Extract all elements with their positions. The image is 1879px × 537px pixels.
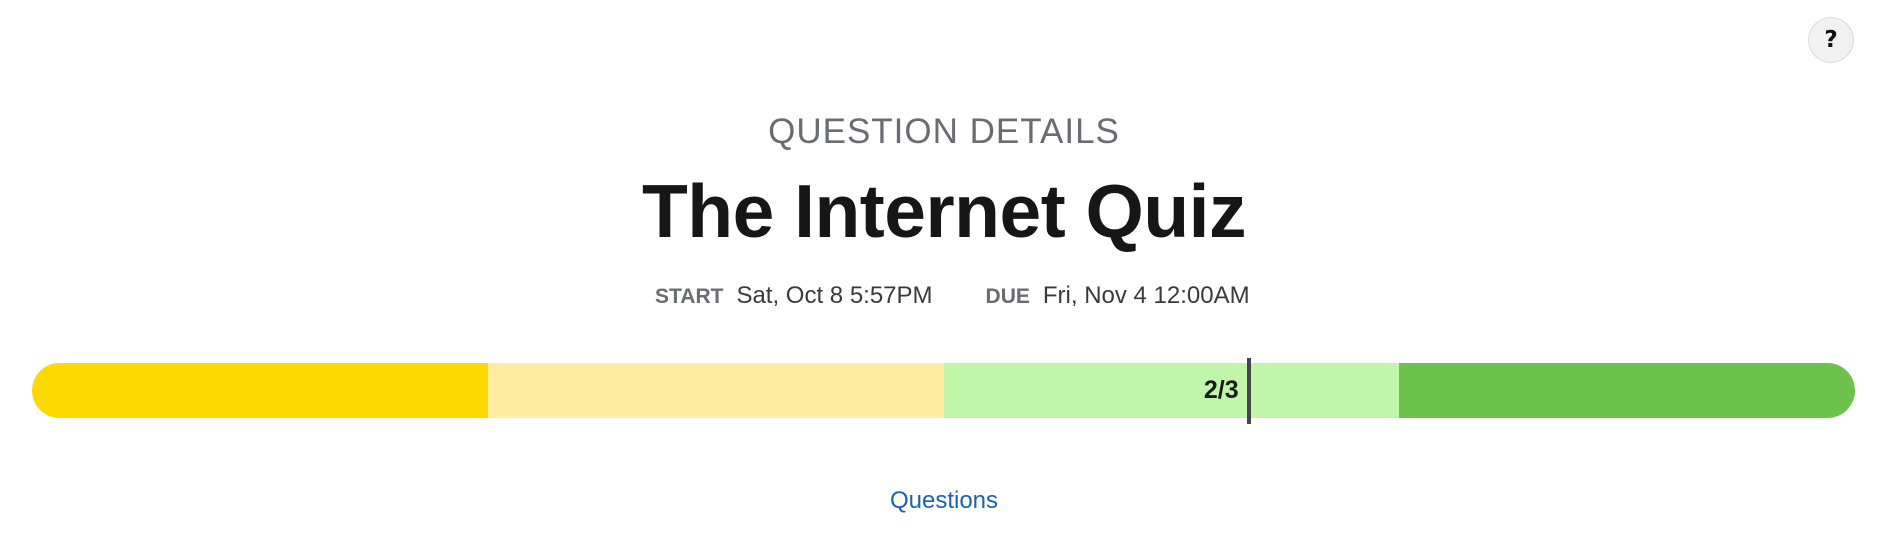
start-label: START [655, 285, 724, 308]
questions-link[interactable]: Questions [0, 487, 1879, 515]
question-mark-icon: ? [1824, 26, 1838, 53]
progress-segment-2 [487, 363, 944, 418]
progress-marker [1246, 358, 1251, 424]
progress-segment-1 [32, 363, 488, 418]
due-date: Fri, Nov 4 12:00AM [1042, 282, 1250, 309]
due-label: DUE [985, 285, 1030, 308]
progress-bar [32, 363, 1855, 418]
progress-label: 2/3 [1203, 376, 1239, 404]
progress-segment-4 [1399, 363, 1855, 418]
help-button[interactable]: ? [1808, 17, 1854, 63]
schedule-dates: START Sat, Oct 8 5:57PM DUE Fri, Nov 4 1… [655, 282, 1250, 310]
page-eyebrow: QUESTION DETAILS [768, 112, 1120, 151]
page-title: The Internet Quiz [641, 169, 1247, 253]
question-details-page: { "help": { "label": "?", "icon": "quest… [0, 0, 1879, 537]
start-date: Sat, Oct 8 5:57PM [736, 282, 933, 309]
